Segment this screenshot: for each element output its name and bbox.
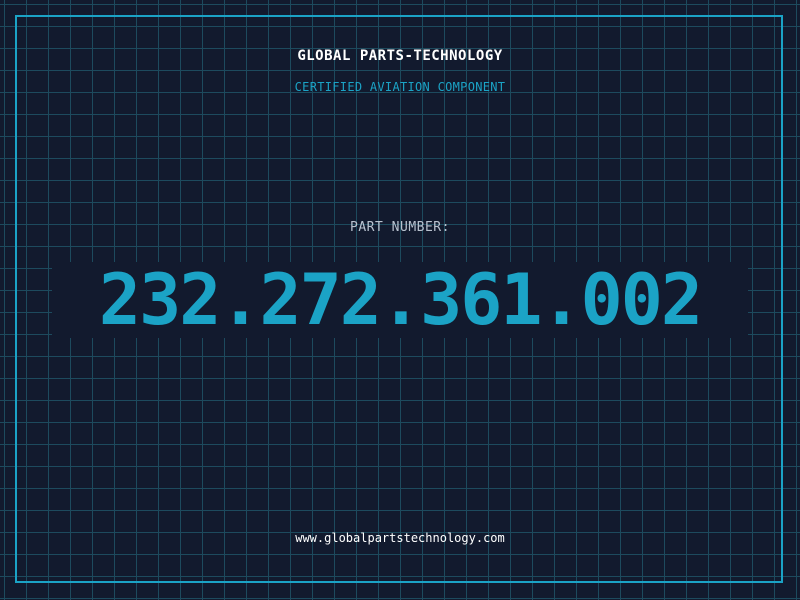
website-url: www.globalpartstechnology.com: [295, 531, 505, 545]
brand-name: GLOBAL PARTS-TECHNOLOGY: [297, 48, 503, 64]
part-number-value: 232.272.361.002: [98, 259, 703, 341]
part-number-label: PART NUMBER:: [350, 220, 450, 235]
certification-tagline: CERTIFIED AVIATION COMPONENT: [294, 80, 506, 94]
part-number-panel: 232.272.361.002: [52, 262, 748, 338]
part-label-card: GLOBAL PARTS-TECHNOLOGY CERTIFIED AVIATI…: [0, 0, 800, 600]
